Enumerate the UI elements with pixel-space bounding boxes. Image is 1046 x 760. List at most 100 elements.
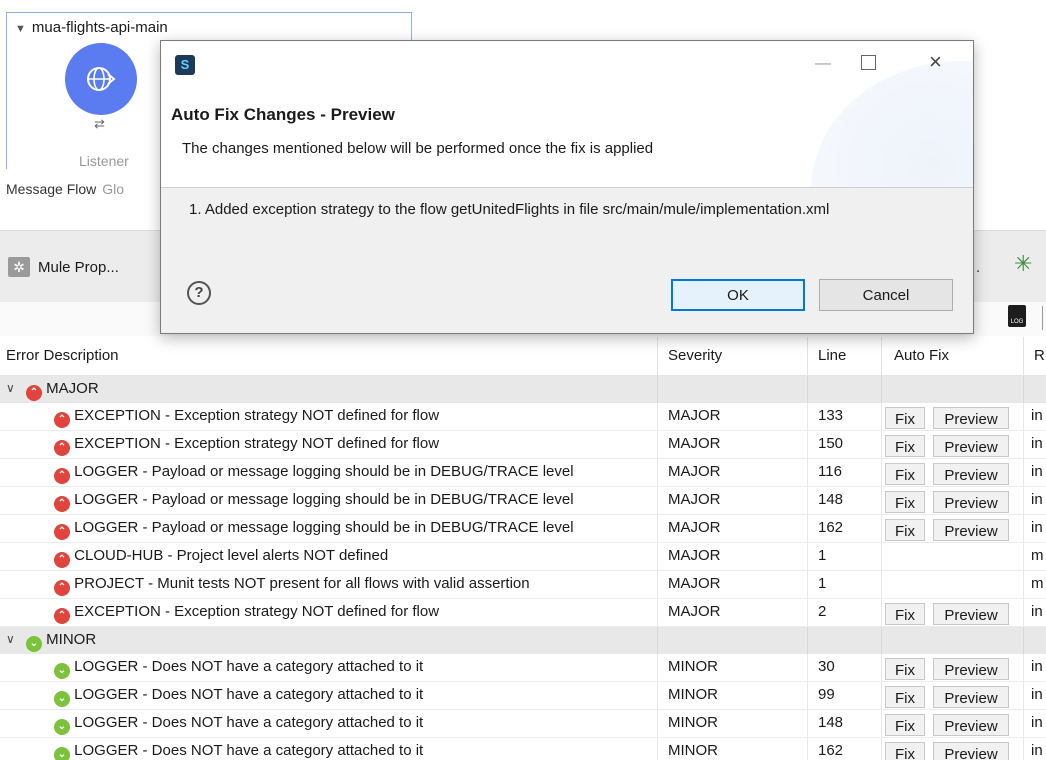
cell-divider <box>881 654 882 681</box>
cell-divider <box>657 654 658 681</box>
cell-divider <box>657 627 658 654</box>
preview-button[interactable]: Preview <box>933 658 1009 680</box>
maximize-icon[interactable] <box>861 55 876 70</box>
ok-button[interactable]: OK <box>671 279 805 311</box>
log-file-icon[interactable]: LOG <box>1008 305 1026 327</box>
error-description: LOGGER - Does NOT have a category attach… <box>74 742 424 759</box>
fix-button[interactable]: Fix <box>885 463 925 485</box>
tab-message-flow[interactable]: Message Flow <box>6 181 96 197</box>
mule-properties-tab[interactable]: ✲ Mule Prop... <box>8 257 119 277</box>
header-decoration <box>811 61 973 187</box>
r-cell: in <box>1031 435 1043 452</box>
cell-divider <box>657 459 658 486</box>
preview-button[interactable]: Preview <box>933 491 1009 513</box>
cell-divider <box>881 710 882 737</box>
minor-severity-icon: ⌄ <box>54 719 70 735</box>
error-description: LOGGER - Does NOT have a category attach… <box>74 714 424 731</box>
cell-divider <box>807 654 808 681</box>
preview-button[interactable]: Preview <box>933 463 1009 485</box>
close-icon[interactable]: × <box>929 49 942 75</box>
col-divider[interactable] <box>657 337 658 375</box>
minor-severity-icon: ⌄ <box>26 636 42 652</box>
cell-divider <box>657 682 658 709</box>
fix-button[interactable]: Fix <box>885 519 925 541</box>
preview-button[interactable]: Preview <box>933 714 1009 736</box>
flow-title[interactable]: ▼ mua-flights-api-main <box>15 19 168 36</box>
cell-divider <box>657 710 658 737</box>
fix-button[interactable]: Fix <box>885 491 925 513</box>
collapse-triangle-icon[interactable]: ▼ <box>15 23 26 35</box>
cell-divider <box>881 682 882 709</box>
chevron-down-icon[interactable]: ∨ <box>6 381 15 395</box>
cell-divider <box>1023 487 1024 514</box>
preview-button[interactable]: Preview <box>933 407 1009 429</box>
group-row-minor[interactable]: ∨ ⌄ MINOR <box>0 627 1046 654</box>
cell-divider <box>1023 654 1024 681</box>
table-row[interactable]: ⌃ LOGGER - Payload or message logging sh… <box>0 459 1046 487</box>
cell-divider <box>807 627 808 654</box>
r-cell: m <box>1031 575 1044 592</box>
table-row[interactable]: ⌄ LOGGER - Does NOT have a category atta… <box>0 682 1046 710</box>
table-row[interactable]: ⌃ CLOUD-HUB - Project level alerts NOT d… <box>0 543 1046 571</box>
major-severity-icon: ⌃ <box>54 524 70 540</box>
error-description: LOGGER - Does NOT have a category attach… <box>74 658 424 675</box>
cell-divider <box>657 571 658 598</box>
preview-button[interactable]: Preview <box>933 686 1009 708</box>
table-row[interactable]: ⌃ LOGGER - Payload or message logging sh… <box>0 515 1046 543</box>
col-error-description[interactable]: Error Description <box>6 347 119 364</box>
minimize-icon[interactable]: — <box>815 55 831 73</box>
table-row[interactable]: ⌃ PROJECT - Munit tests NOT present for … <box>0 571 1046 599</box>
fix-button[interactable]: Fix <box>885 686 925 708</box>
exchange-icon: ⇄ <box>94 116 105 131</box>
error-description-cell: ⌃ EXCEPTION - Exception strategy NOT def… <box>54 407 439 428</box>
col-line[interactable]: Line <box>818 347 846 364</box>
table-row[interactable]: ⌃ EXCEPTION - Exception strategy NOT def… <box>0 403 1046 431</box>
col-auto-fix[interactable]: Auto Fix <box>894 347 949 364</box>
cell-divider <box>807 403 808 430</box>
r-cell: in <box>1031 603 1043 620</box>
cell-divider <box>1023 376 1024 403</box>
table-row[interactable]: ⌃ EXCEPTION - Exception strategy NOT def… <box>0 599 1046 627</box>
bug-icon[interactable]: ✳ <box>1014 251 1032 277</box>
col-divider[interactable] <box>881 337 882 375</box>
chevron-down-icon[interactable]: ∨ <box>6 632 15 646</box>
table-row[interactable]: ⌃ LOGGER - Payload or message logging sh… <box>0 487 1046 515</box>
major-severity-icon: ⌃ <box>54 580 70 596</box>
fix-button[interactable]: Fix <box>885 742 925 760</box>
cell-divider <box>1023 682 1024 709</box>
table-row[interactable]: ⌄ LOGGER - Does NOT have a category atta… <box>0 710 1046 738</box>
preview-button[interactable]: Preview <box>933 742 1009 760</box>
dialog-separator <box>161 187 973 188</box>
col-severity[interactable]: Severity <box>668 347 722 364</box>
col-divider[interactable] <box>1023 337 1024 375</box>
fix-button[interactable]: Fix <box>885 435 925 457</box>
cell-divider <box>1023 738 1024 760</box>
fix-button[interactable]: Fix <box>885 714 925 736</box>
preview-button[interactable]: Preview <box>933 603 1009 625</box>
fix-button[interactable]: Fix <box>885 658 925 680</box>
table-row[interactable]: ⌃ EXCEPTION - Exception strategy NOT def… <box>0 431 1046 459</box>
results-table: Error Description Severity Line Auto Fix… <box>0 337 1046 760</box>
group-row-major[interactable]: ∨ ⌃ MAJOR <box>0 376 1046 403</box>
mule-properties-label: Mule Prop... <box>38 258 119 276</box>
listener-component[interactable] <box>65 43 137 115</box>
preview-button[interactable]: Preview <box>933 519 1009 541</box>
cancel-button[interactable]: Cancel <box>819 279 953 311</box>
fix-button[interactable]: Fix <box>885 603 925 625</box>
line-cell: 148 <box>818 491 844 508</box>
error-description: EXCEPTION - Exception strategy NOT defin… <box>74 407 440 424</box>
help-icon[interactable]: ? <box>187 281 211 305</box>
tab-global[interactable]: Glo <box>102 181 124 197</box>
severity-cell: MINOR <box>668 658 718 675</box>
col-divider[interactable] <box>807 337 808 375</box>
r-cell: in <box>1031 491 1043 508</box>
cell-divider <box>881 571 882 598</box>
group-name: MINOR <box>46 631 97 648</box>
col-r[interactable]: R <box>1034 347 1045 364</box>
table-row[interactable]: ⌄ LOGGER - Does NOT have a category atta… <box>0 738 1046 760</box>
table-row[interactable]: ⌄ LOGGER - Does NOT have a category atta… <box>0 654 1046 682</box>
fix-button[interactable]: Fix <box>885 407 925 429</box>
cell-divider <box>881 515 882 542</box>
preview-button[interactable]: Preview <box>933 435 1009 457</box>
dialog-title: Auto Fix Changes - Preview <box>171 105 395 124</box>
